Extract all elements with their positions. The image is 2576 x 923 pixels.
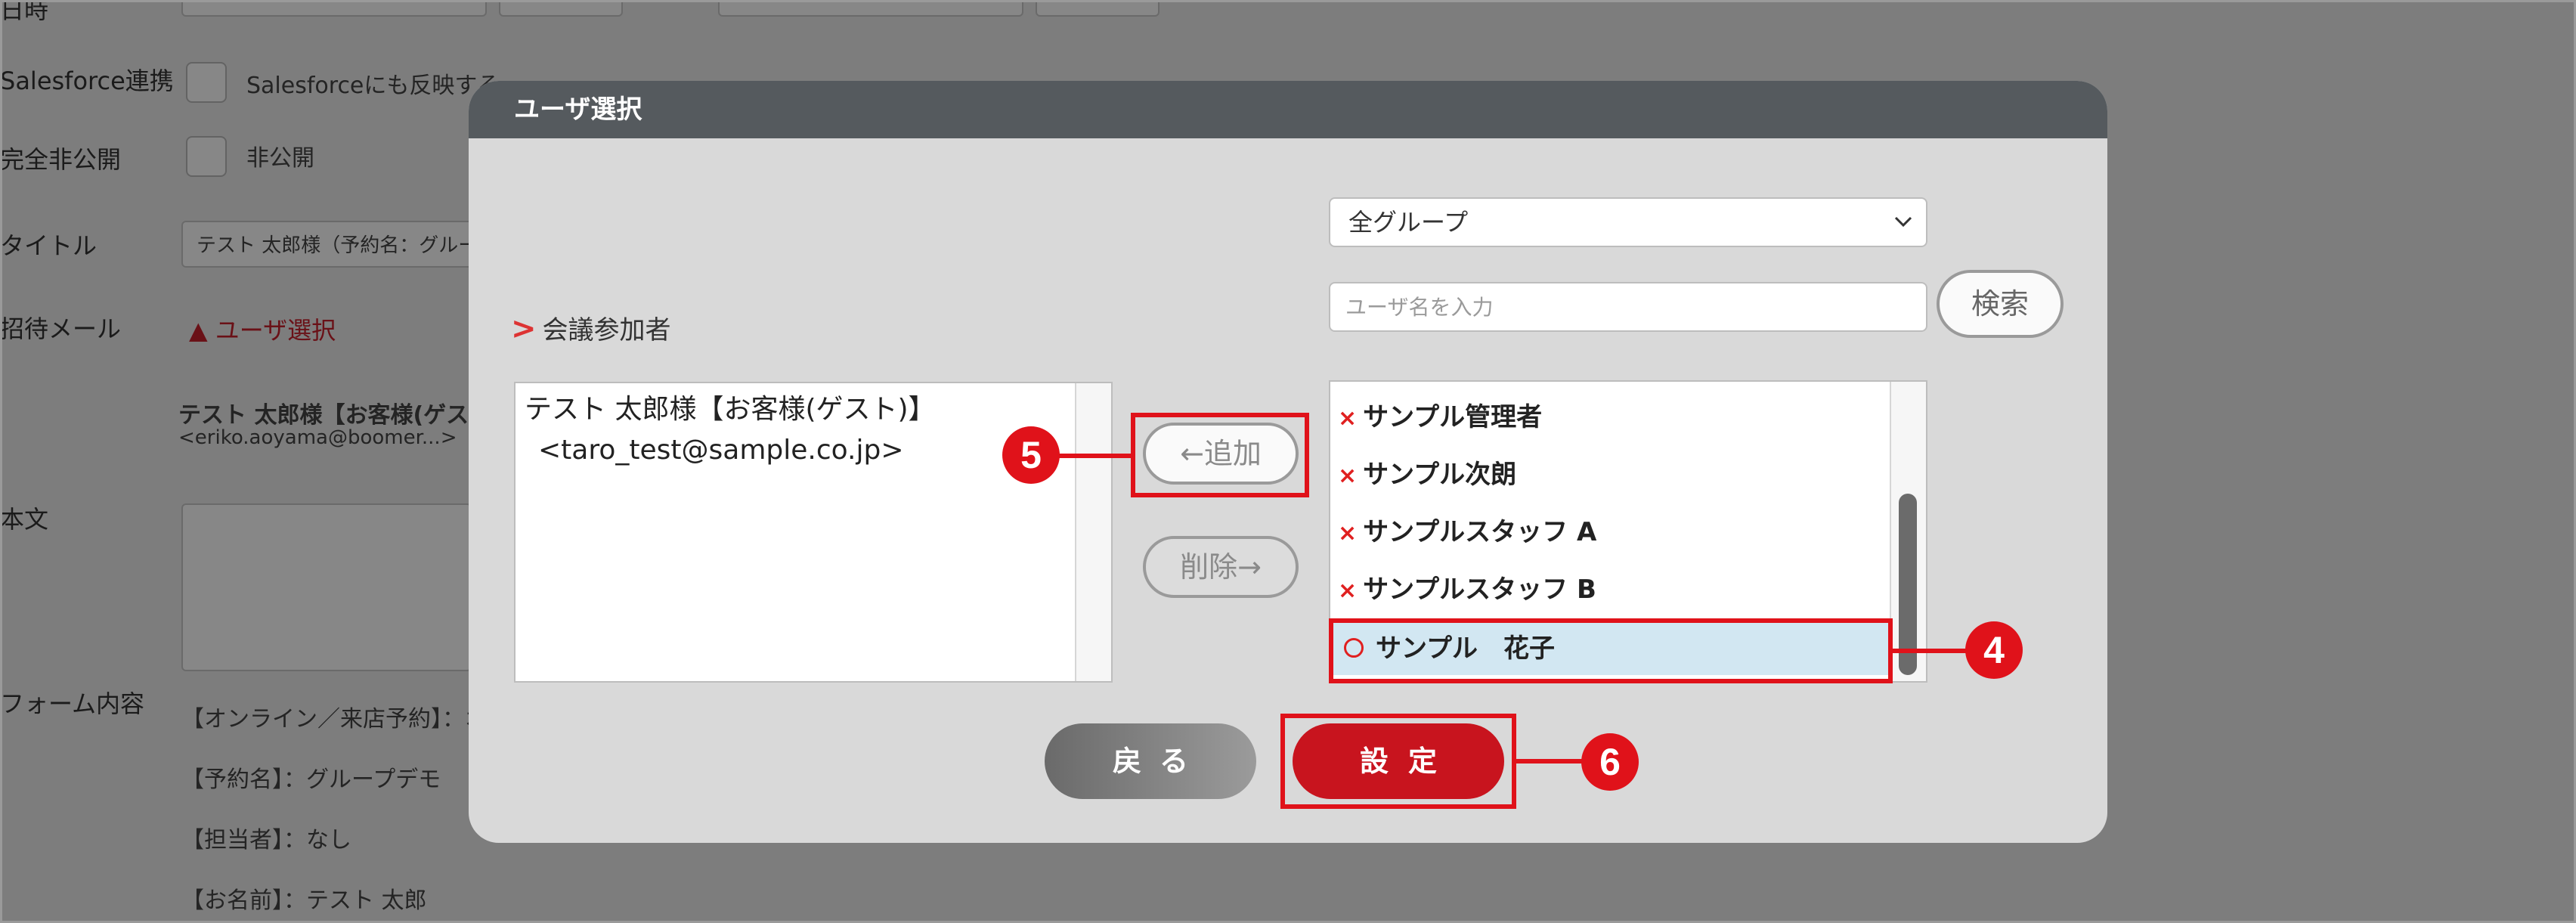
group-select-value: 全グループ bbox=[1348, 208, 1469, 237]
group-select[interactable]: 全グループ bbox=[1329, 197, 1927, 247]
remove-button[interactable]: 削除→ bbox=[1143, 536, 1299, 598]
callout-badge-5: 5 bbox=[1002, 426, 1060, 484]
participants-label: > 会議参加者 bbox=[511, 309, 671, 346]
callout-line-6 bbox=[1515, 759, 1590, 763]
unavailable-icon: × bbox=[1338, 463, 1358, 489]
user-name: サンプルスタッフ A bbox=[1363, 517, 1597, 547]
callout-line-5 bbox=[1058, 454, 1132, 458]
chevron-down-icon bbox=[1894, 216, 1912, 228]
participant-item[interactable]: テスト 太郎様【お客様(ゲスト)】 <taro_test@sample.co.j… bbox=[525, 389, 936, 471]
user-search-input[interactable] bbox=[1329, 282, 1927, 332]
highlight-selected-user bbox=[1329, 618, 1893, 683]
user-list-item[interactable]: × サンプル次朗 bbox=[1338, 448, 1882, 501]
user-name: サンプル次朗 bbox=[1363, 460, 1517, 490]
unavailable-icon: × bbox=[1338, 520, 1358, 547]
unavailable-icon: × bbox=[1338, 405, 1358, 432]
modal-title: ユーザ選択 bbox=[469, 81, 2107, 138]
user-list-item[interactable]: × サンプル管理者 bbox=[1338, 391, 1882, 444]
user-name: サンプル管理者 bbox=[1363, 402, 1543, 432]
search-button[interactable]: 検索 bbox=[1937, 270, 2064, 338]
user-list-scrollbar[interactable] bbox=[1890, 382, 1926, 681]
participants-scrollbar[interactable] bbox=[1075, 383, 1111, 681]
back-button[interactable]: 戻る bbox=[1045, 723, 1256, 799]
highlight-add-button bbox=[1131, 413, 1309, 497]
callout-badge-4: 4 bbox=[1965, 621, 2023, 679]
scrollbar-thumb[interactable] bbox=[1899, 494, 1917, 675]
participant-name: テスト 太郎様【お客様(ゲスト)】 bbox=[525, 394, 936, 425]
user-list-item[interactable]: × サンプルスタッフ B bbox=[1338, 563, 1882, 616]
participants-label-text: 会議参加者 bbox=[542, 315, 671, 345]
unavailable-icon: × bbox=[1338, 578, 1358, 604]
highlight-submit-button bbox=[1280, 714, 1516, 809]
callout-badge-6: 6 bbox=[1581, 733, 1639, 791]
participant-email: <taro_test@sample.co.jp> bbox=[538, 435, 904, 466]
user-name: サンプルスタッフ B bbox=[1363, 575, 1596, 605]
user-list-item[interactable]: × サンプルスタッフ A bbox=[1338, 506, 1882, 559]
chevron-right-icon: > bbox=[511, 311, 537, 346]
